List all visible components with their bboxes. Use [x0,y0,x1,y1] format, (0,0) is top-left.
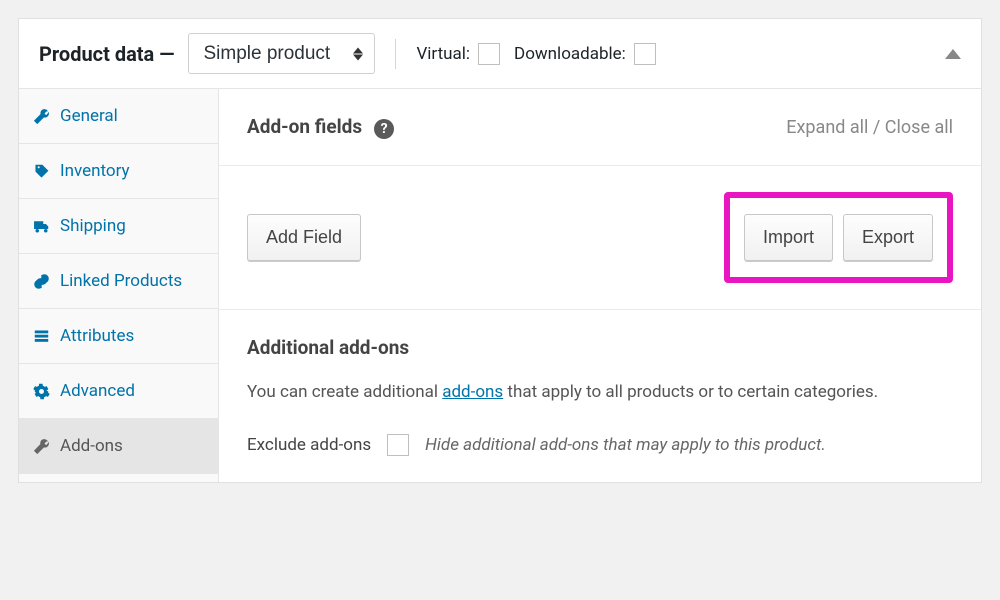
close-all-link[interactable]: Close all [885,117,953,138]
list-icon [33,328,50,345]
truck-icon [33,218,50,235]
exclude-addons-checkbox[interactable] [387,434,409,456]
additional-addons-heading: Additional add-ons [247,336,953,359]
virtual-checkbox[interactable] [478,43,500,65]
product-data-metabox: Product data — Simple product Virtual: D… [18,18,982,483]
addons-panel: Add-on fields ? Expand all / Close all A… [219,89,981,482]
tab-linked-label: Linked Products [60,271,182,291]
exclude-addons-label: Exclude add-ons [247,435,371,455]
product-data-title: Product data — [39,42,174,66]
addon-fields-heading: Add-on fields [247,115,362,138]
virtual-label: Virtual: [416,44,470,64]
addon-actions-row: Add Field Import Export [219,165,981,309]
tab-addons[interactable]: Add-ons [19,419,218,474]
tab-addons-label: Add-ons [60,436,123,456]
add-field-button[interactable]: Add Field [247,214,361,261]
addon-fields-header: Add-on fields ? Expand all / Close all [219,89,981,165]
tab-advanced[interactable]: Advanced [19,364,218,419]
import-button[interactable]: Import [744,214,833,261]
tab-general[interactable]: General [19,89,218,144]
tab-advanced-label: Advanced [60,381,135,401]
tab-inventory[interactable]: Inventory [19,144,218,199]
product-data-header: Product data — Simple product Virtual: D… [19,19,981,89]
wrench-icon [33,108,50,125]
collapse-icon[interactable] [945,49,961,59]
tag-icon [33,163,50,180]
product-type-select[interactable]: Simple product [188,33,375,74]
link-icon [33,273,50,290]
tab-general-label: General [60,106,118,126]
header-divider [395,39,396,69]
product-type-select-wrap: Simple product [188,33,375,74]
expand-all-link[interactable]: Expand all [786,117,868,138]
wrench-icon [33,438,50,455]
expand-close-links: Expand all / Close all [786,117,953,138]
exclude-addons-row: Exclude add-ons Hide additional add-ons … [247,434,953,456]
additional-addons-desc: You can create additional add-ons that a… [247,379,953,406]
export-button[interactable]: Export [843,214,933,261]
downloadable-checkbox[interactable] [634,43,656,65]
exclude-addons-help: Hide additional add-ons that may apply t… [425,435,826,455]
gear-icon [33,383,50,400]
tab-shipping-label: Shipping [60,216,126,236]
tab-attributes[interactable]: Attributes [19,309,218,364]
downloadable-label: Downloadable: [514,44,626,64]
downloadable-toggle: Downloadable: [514,43,656,65]
tab-inventory-label: Inventory [60,161,130,181]
addons-link[interactable]: add-ons [442,382,503,402]
additional-addons-section: Additional add-ons You can create additi… [219,309,981,482]
product-data-tabs: General Inventory Shipping Linked Produc… [19,89,219,482]
help-icon[interactable]: ? [374,119,394,139]
product-data-body: General Inventory Shipping Linked Produc… [19,89,981,482]
import-export-highlight: Import Export [724,192,953,283]
virtual-toggle: Virtual: [416,43,500,65]
tab-linked[interactable]: Linked Products [19,254,218,309]
tab-shipping[interactable]: Shipping [19,199,218,254]
tab-attributes-label: Attributes [60,326,134,346]
